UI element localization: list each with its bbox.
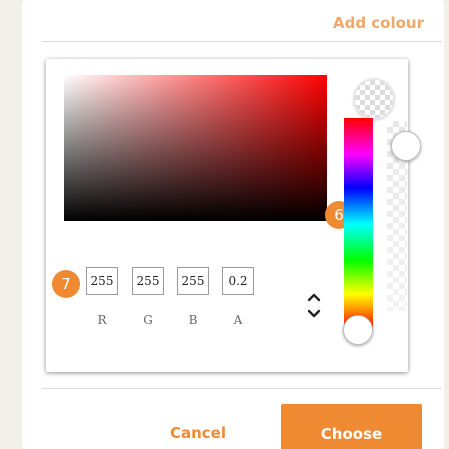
blue-label: B	[188, 313, 198, 327]
green-label: G	[143, 313, 153, 327]
choose-button[interactable]: Choose	[281, 404, 422, 449]
color-picker-dialog: Add colour 6 7 R G B A	[22, 0, 444, 449]
channel-a: A	[222, 267, 254, 327]
hue-slider[interactable]	[344, 118, 373, 330]
cancel-button[interactable]: Cancel	[150, 418, 246, 448]
saturation-value-field[interactable]	[62, 73, 327, 221]
red-label: R	[97, 313, 107, 327]
alpha-input[interactable]	[222, 267, 254, 295]
top-divider	[42, 41, 442, 42]
annotation-badge-7: 7	[52, 270, 80, 298]
channel-r: R	[86, 267, 118, 327]
alpha-label: A	[233, 313, 243, 327]
red-input[interactable]	[86, 267, 118, 295]
bottom-divider	[42, 388, 442, 389]
green-input[interactable]	[132, 267, 164, 295]
color-mode-toggle[interactable]	[307, 291, 321, 321]
add-colour-link[interactable]: Add colour	[333, 14, 424, 32]
saturation-cursor[interactable]	[62, 73, 68, 79]
alpha-slider-handle[interactable]	[391, 131, 421, 161]
channel-g: G	[132, 267, 164, 327]
hue-slider-handle[interactable]	[343, 315, 373, 345]
color-preview-swatch	[353, 78, 395, 120]
chevron-up-down-icon	[307, 293, 321, 318]
color-picker-panel: 6 7 R G B A	[46, 59, 421, 372]
channel-b: B	[177, 267, 209, 327]
blue-input[interactable]	[177, 267, 209, 295]
